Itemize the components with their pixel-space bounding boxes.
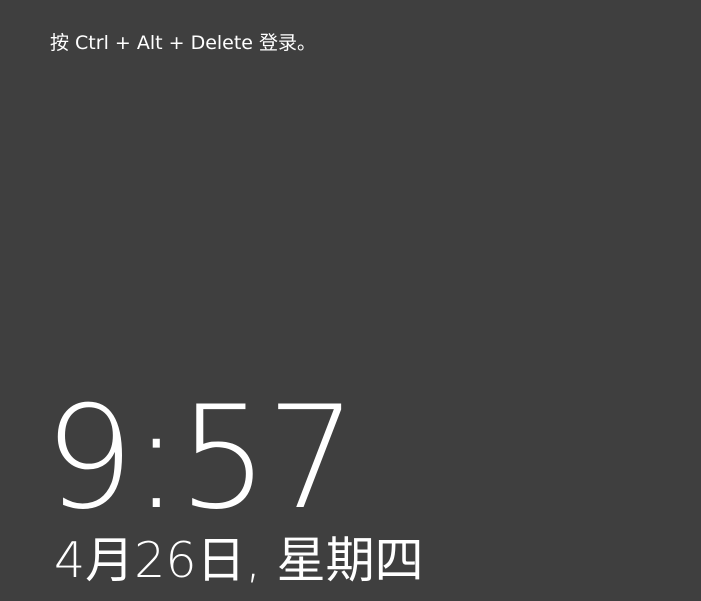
clock-block: 9:57 4月26日, 星期四	[44, 388, 684, 601]
clock-time: 9:57	[44, 376, 357, 541]
clock-date: 4月26日, 星期四	[54, 532, 424, 589]
lock-screen[interactable]: 按 Ctrl + Alt + Delete 登录。 9:57 4月26日, 星期…	[0, 0, 701, 601]
signin-instruction: 按 Ctrl + Alt + Delete 登录。	[50, 32, 317, 54]
